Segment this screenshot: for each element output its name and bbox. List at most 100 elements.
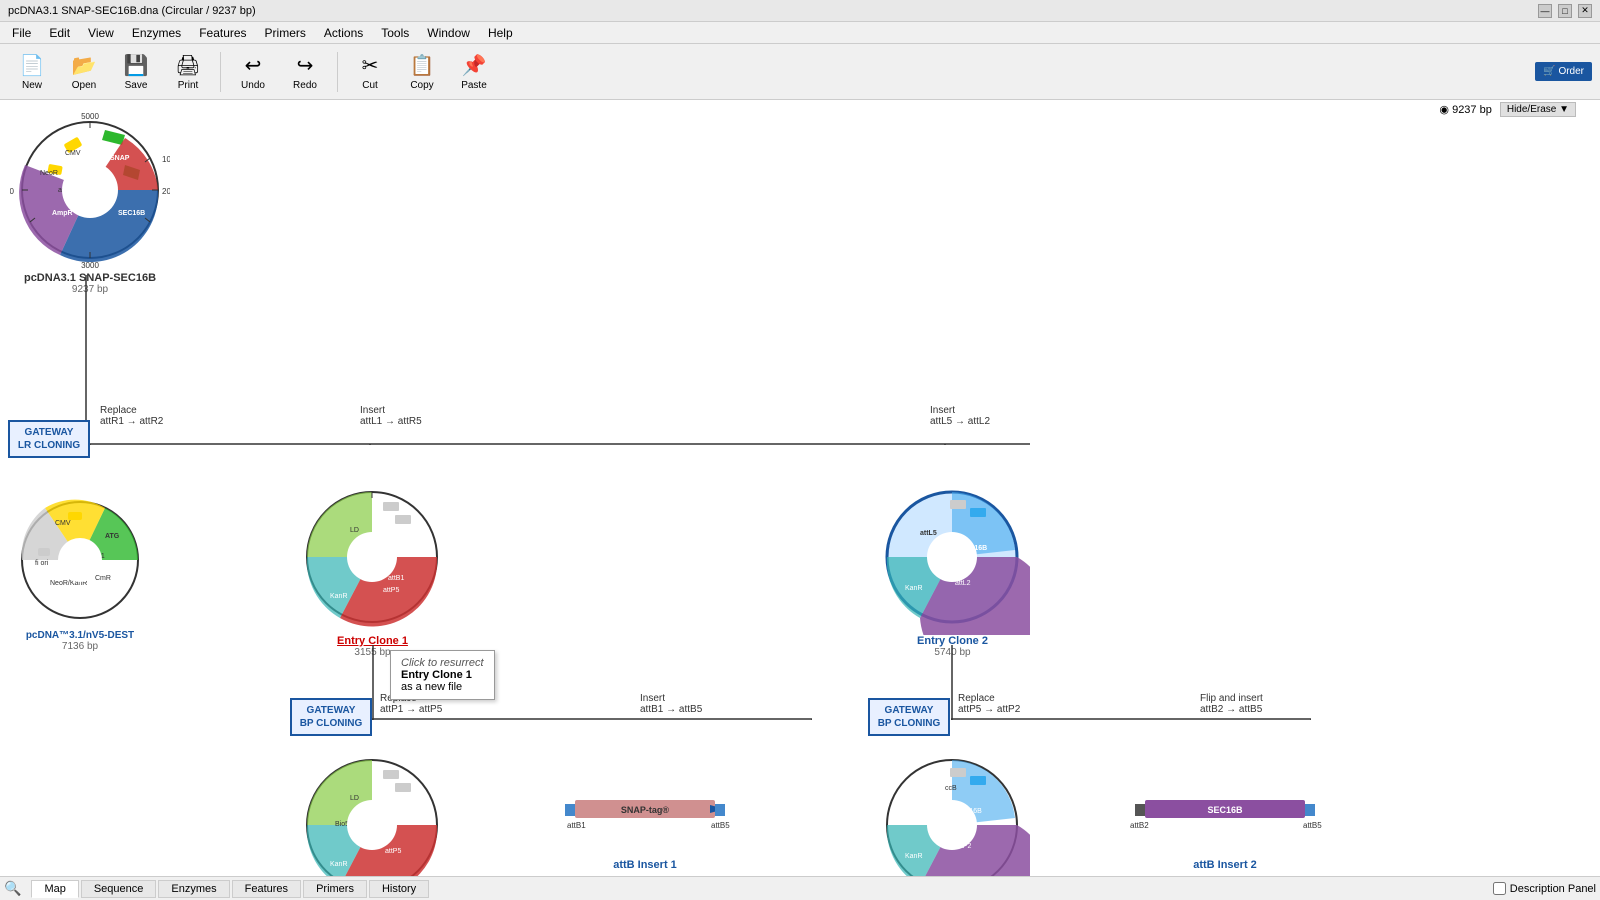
window-title: pcDNA3.1 SNAP-SEC16B.dna (Circular / 923… [8,5,256,17]
bp1-insert-att: attB1 → attB5 [640,704,702,715]
svg-text:SEC16B: SEC16B [1207,805,1243,815]
menu-enzymes[interactable]: Enzymes [124,24,189,42]
description-panel-container: Description Panel [1493,882,1596,895]
order-label: Order [1558,66,1584,77]
undo-icon: ↩ [245,53,262,78]
description-panel-checkbox[interactable] [1493,882,1506,895]
entry-clone-1-bottom-svg[interactable]: SNAP KanR LD attP5 attP1 Bio5 [295,748,450,876]
bp2-flip-att: attB2 → attB5 [1200,704,1263,715]
print-button[interactable]: 🖨 Print [164,48,212,96]
attb-insert-2-container: SEC16B attB2 attB5 attB Insert 2 [1125,790,1325,871]
lr-replace-text: Replace [100,405,163,416]
svg-text:ccB: ccB [945,785,957,792]
svg-text:LD: LD [350,527,359,534]
bp2-flip-label: Flip and insert attB2 → attB5 [1200,693,1263,715]
gateway-bp2-line1: GATEWAY [876,704,942,717]
entry-clone-2-bottom-svg[interactable]: SEC16B KanR attP2 attP5 ccB CmR [875,748,1030,876]
paste-button[interactable]: 📌 Paste [450,48,498,96]
gateway-lr-line1: GATEWAY [16,426,82,439]
menu-view[interactable]: View [80,24,122,42]
menu-edit[interactable]: Edit [41,24,78,42]
gateway-lr-line2: LR CLONING [16,439,82,452]
dest-vector-name[interactable]: pcDNA™3.1/nV5-DEST [10,630,150,641]
menu-bar: File Edit View Enzymes Features Primers … [0,22,1600,44]
menu-help[interactable]: Help [480,24,521,42]
dest-vector-container: ATG CMV fi ori NeoR/KanR CmR attR1 attR2… [10,490,150,652]
svg-text:attP5: attP5 [385,848,401,855]
menu-file[interactable]: File [4,24,39,42]
main-canvas: ◉ 9237 bp Hide/Erase ▼ [0,100,1600,876]
tab-enzymes[interactable]: Enzymes [158,880,229,898]
copy-label: Copy [410,80,433,91]
svg-text:KanR: KanR [905,853,923,860]
menu-window[interactable]: Window [419,24,478,42]
tab-features[interactable]: Features [232,880,301,898]
bp2-replace-label: Replace attP5 → attP2 [958,693,1020,715]
svg-text:NeoR: NeoR [40,170,58,177]
bp1-replace-text: Replace [380,693,442,704]
copy-icon: 📋 [410,53,435,78]
svg-text:CmR: CmR [95,575,111,582]
menu-features[interactable]: Features [191,24,254,42]
cut-icon: ✂ [362,53,379,78]
svg-text:AmpR: AmpR [52,210,73,217]
minimize-button[interactable]: — [1538,4,1552,18]
hide-erase-button[interactable]: Hide/Erase ▼ [1500,102,1576,117]
redo-label: Redo [293,80,317,91]
cut-button[interactable]: ✂ Cut [346,48,394,96]
tab-primers[interactable]: Primers [303,880,367,898]
svg-text:attB5: attB5 [711,821,730,830]
svg-text:2000: 2000 [162,187,170,196]
new-button[interactable]: 📄 New [8,48,56,96]
print-label: Print [178,80,199,91]
tab-map[interactable]: Map [31,880,78,898]
close-button[interactable]: ✕ [1578,4,1592,18]
save-button[interactable]: 💾 Save [112,48,160,96]
tab-sequence[interactable]: Sequence [81,880,157,898]
svg-text:CMV: CMV [55,520,71,527]
main-line-down [85,275,87,435]
toolbar-separator-2 [337,52,338,92]
bp-indicator: ◉ 9237 bp [1439,103,1491,116]
svg-text:5000: 5000 [81,112,99,121]
tab-history[interactable]: History [369,880,429,898]
main-plasmid-svg[interactable]: 5000 1000 2000 3000 4000 SNAP SEC16B Amp… [10,110,170,270]
tooltip-as-new-file: as a new file [401,681,484,693]
open-button[interactable]: 📂 Open [60,48,108,96]
lr-insert2-text: Insert [930,405,990,416]
title-bar: pcDNA3.1 SNAP-SEC16B.dna (Circular / 923… [0,0,1600,22]
bp2-replace-att: attP5 → attP2 [958,704,1020,715]
lr-insert1-text: Insert [360,405,422,416]
description-panel-label: Description Panel [1510,883,1596,895]
entry-clone-1-svg[interactable]: SNAP KanR LD attB1 attP5 [295,480,450,635]
menu-primers[interactable]: Primers [257,24,314,42]
order-button[interactable]: 🛒 Order [1535,62,1592,81]
svg-text:attB5: attB5 [1303,821,1322,830]
menu-tools[interactable]: Tools [373,24,417,42]
menu-actions[interactable]: Actions [316,24,371,42]
redo-button[interactable]: ↪ Redo [281,48,329,96]
lr-insert2-label: Insert attL5 → attL2 [930,405,990,427]
svg-text:attL5: attL5 [920,530,937,537]
bp2-horizontal-line [951,718,1311,720]
entry-clone-2-container: attL5 SEC16B KanR attL2 Entry Clone 2 57… [875,480,1030,658]
cut-label: Cut [362,80,378,91]
search-icon[interactable]: 🔍 [4,880,21,897]
bp1-horizontal-line [372,718,812,720]
maximize-button[interactable]: □ [1558,4,1572,18]
svg-text:attP5: attP5 [383,587,399,594]
new-icon: 📄 [20,53,45,78]
svg-text:attB2: attB2 [1130,821,1149,830]
entry-clone-2-svg[interactable]: attL5 SEC16B KanR attL2 [875,480,1030,635]
svg-text:3000: 3000 [81,261,99,270]
gateway-bp1-line2: BP CLONING [298,717,364,730]
bp2-replace-text: Replace [958,693,1020,704]
gateway-bp1-line1: GATEWAY [298,704,364,717]
undo-button[interactable]: ↩ Undo [229,48,277,96]
svg-text:4000: 4000 [10,187,15,196]
print-icon: 🖨 [175,53,200,78]
copy-button[interactable]: 📋 Copy [398,48,446,96]
dest-vector-bp: 7136 bp [10,641,150,652]
attb-insert-1-container: SNAP-tag® attB1 attB5 attB Insert 1 [555,790,735,871]
dest-vector-svg[interactable]: ATG CMV fi ori NeoR/KanR CmR attR1 attR2 [10,490,150,630]
